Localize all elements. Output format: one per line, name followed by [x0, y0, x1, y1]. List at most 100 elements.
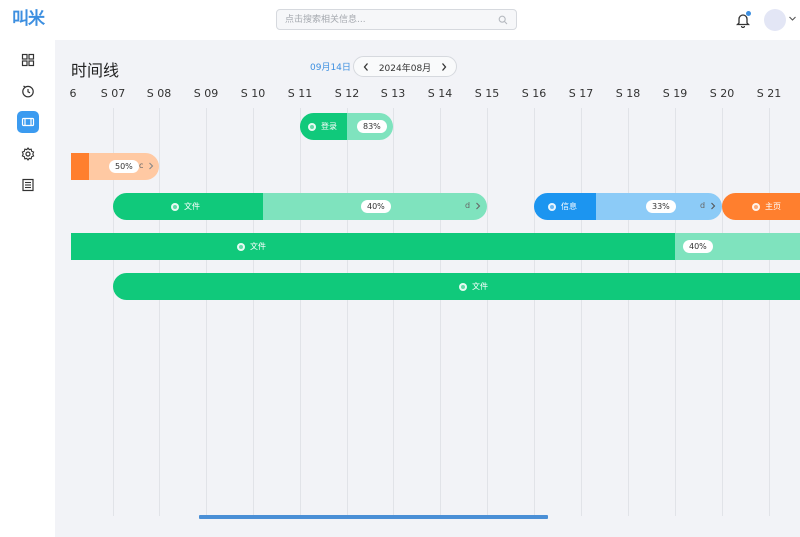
task-dot-icon [171, 202, 179, 211]
task-progress [71, 153, 89, 180]
chevron-right-icon [476, 202, 481, 209]
day-label: S 10 [240, 87, 266, 100]
task-title: 登录 [321, 122, 337, 131]
today-button[interactable]: 09月14日 [310, 60, 351, 73]
day-label: S 21 [756, 87, 782, 100]
page-title: 时间线 [71, 61, 120, 80]
day-label: S 13 [380, 87, 406, 100]
task-tail: c [139, 161, 154, 170]
day-label: S 18 [615, 87, 641, 100]
grid-line [159, 108, 160, 516]
task-bar-file-3[interactable]: 文件 [113, 273, 800, 300]
task-dot-icon [548, 202, 556, 211]
grid-line [769, 108, 770, 516]
chevron-right-icon [442, 63, 447, 71]
grid-line [440, 108, 441, 516]
chevron-down-icon[interactable] [788, 14, 797, 23]
task-label: 登录 [308, 113, 337, 140]
task-progress-badge: 33% [646, 200, 676, 213]
task-progress-badge: 40% [683, 240, 713, 253]
task-title: 信息 [561, 202, 577, 211]
task-title: 文件 [472, 282, 488, 291]
sidebar-item-settings[interactable] [17, 143, 39, 165]
day-label: S 14 [427, 87, 453, 100]
task-progress [71, 233, 675, 260]
document-icon [22, 178, 34, 192]
task-tail-label: d [700, 201, 706, 210]
sidebar [0, 40, 55, 537]
task-progress-badge: 83% [357, 120, 387, 133]
grid-line [722, 108, 723, 516]
timer-icon [22, 85, 34, 98]
grid-icon [21, 53, 35, 67]
day-label: S 19 [662, 87, 688, 100]
month-label: 2024年08月 [378, 64, 432, 74]
task-tail-label: c [139, 161, 144, 170]
gear-icon [21, 147, 35, 161]
task-bar-file[interactable]: 文件 40% d [113, 193, 487, 220]
chevron-left-icon [363, 63, 368, 71]
day-label: S 12 [334, 87, 360, 100]
day-label: S 08 [146, 87, 172, 100]
top-bar: 叫米 [0, 0, 800, 40]
sidebar-item-dashboard[interactable] [17, 49, 39, 71]
chevron-right-icon [711, 202, 716, 209]
app-logo[interactable]: 叫米 [12, 8, 45, 30]
timeline-icon [21, 117, 35, 127]
search-box[interactable] [276, 9, 517, 30]
task-label: 文件 [459, 273, 488, 300]
day-label: S 09 [193, 87, 219, 100]
grid-line [675, 108, 676, 516]
grid-line [628, 108, 629, 516]
day-label: S 15 [474, 87, 500, 100]
task-dot-icon [459, 282, 467, 291]
task-bar-file-2[interactable]: 文件 40% [71, 233, 800, 260]
day-label: 6 [69, 87, 77, 100]
sidebar-item-timer[interactable] [17, 80, 39, 102]
chevron-right-icon [149, 162, 154, 169]
next-month-button[interactable] [438, 61, 450, 73]
task-tail-label: d [465, 201, 471, 210]
avatar[interactable] [764, 9, 786, 31]
task-progress-badge: 50% [109, 160, 139, 173]
task-dot-icon [237, 242, 245, 251]
task-bar-login[interactable]: 登录 83% [300, 113, 393, 140]
task-title: 文件 [184, 202, 200, 211]
task-label: 信息 [548, 193, 577, 220]
grid-line [581, 108, 582, 516]
task-label: 文件 [237, 233, 266, 260]
task-title: 文件 [250, 242, 266, 251]
grid-line [347, 108, 348, 516]
horizontal-scrollbar[interactable] [199, 515, 548, 519]
grid-line [534, 108, 535, 516]
search-input[interactable] [285, 12, 485, 28]
task-title: 主页 [765, 202, 781, 211]
task-tail: d [465, 201, 481, 210]
month-navigator: 2024年08月 [353, 56, 457, 77]
task-label: 主页 [752, 193, 781, 220]
day-label: S 11 [287, 87, 313, 100]
timeline-panel: 时间线 09月14日 2024年08月 6 S 07 S 08 S 09 S 1… [55, 40, 800, 537]
task-dot-icon [752, 202, 760, 211]
grid-line [253, 108, 254, 516]
task-bar-c[interactable]: 50% c [71, 153, 159, 180]
task-bar-info[interactable]: 信息 33% d [534, 193, 722, 220]
grid-line [487, 108, 488, 516]
task-progress-badge: 40% [361, 200, 391, 213]
task-label: 文件 [171, 193, 200, 220]
day-label: S 07 [100, 87, 126, 100]
grid-line [393, 108, 394, 516]
task-bar-home[interactable]: 主页 [722, 193, 800, 220]
notification-dot [746, 11, 751, 16]
sidebar-item-timeline[interactable] [17, 111, 39, 133]
day-label: S 20 [709, 87, 735, 100]
grid-line [300, 108, 301, 516]
sidebar-item-document[interactable] [17, 174, 39, 196]
day-label: S 17 [568, 87, 594, 100]
prev-month-button[interactable] [360, 61, 372, 73]
task-progress [113, 273, 800, 300]
task-dot-icon [308, 122, 316, 131]
day-label: S 16 [521, 87, 547, 100]
task-tail: d [700, 201, 716, 210]
search-icon[interactable] [498, 15, 508, 25]
